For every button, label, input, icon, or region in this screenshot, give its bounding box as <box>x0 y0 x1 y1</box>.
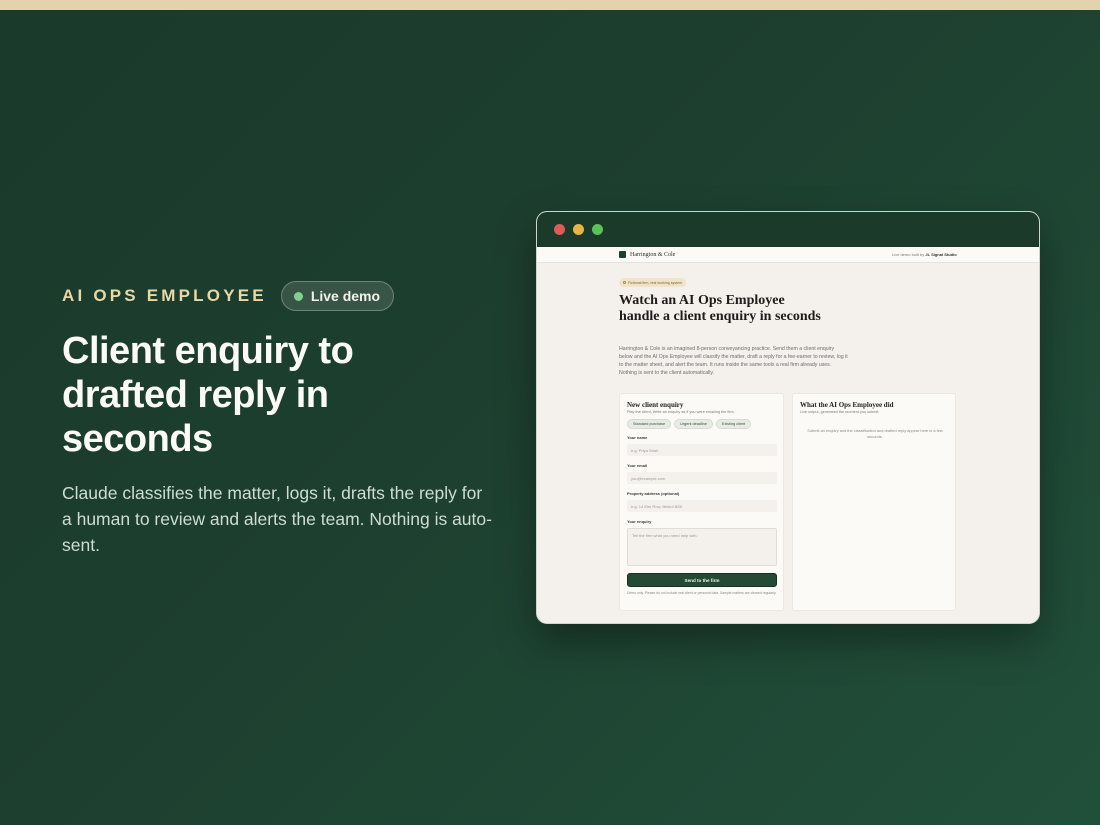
example-chips: Standard purchase Urgent deadline Existi… <box>627 419 752 429</box>
live-demo-label: Live demo <box>310 288 381 304</box>
result-subtitle: Live output, generated the moment you su… <box>800 410 880 414</box>
hero-title: Client enquiry to drafted reply in secon… <box>62 330 354 460</box>
demo-disclaimer: Demo only. Please do not include real cl… <box>627 591 777 595</box>
browser-window: Harrington & Cole Live demo built by JL … <box>536 211 1040 624</box>
enquiry-textarea[interactable]: Tell the firm what you need help with. <box>627 528 777 566</box>
chip-standard-purchase[interactable]: Standard purchase <box>627 419 672 429</box>
form-title: New client enquiry <box>627 401 684 409</box>
eyebrow-label: AI OPS EMPLOYEE <box>62 286 267 305</box>
brand-name: Harrington & Cole <box>630 251 676 258</box>
built-by-credit: Live demo built by JL Signal Studio <box>892 252 957 257</box>
form-subtitle: Play the client. Write an enquiry as if … <box>627 410 735 414</box>
chip-existing-client[interactable]: Existing client <box>715 419 752 429</box>
built-by-studio[interactable]: JL Signal Studio <box>925 252 956 257</box>
eyebrow-row: AI OPS EMPLOYEE Live demo <box>62 281 492 311</box>
email-input[interactable]: you@example.com <box>627 472 777 484</box>
brand-logo-icon <box>619 251 626 258</box>
hero-subtitle: Claude classifies the matter, logs it, d… <box>62 483 492 555</box>
live-demo-badge: Live demo <box>280 281 395 311</box>
result-title: What the AI Ops Employee did <box>800 401 894 409</box>
demo-site: Harrington & Cole Live demo built by JL … <box>537 247 1039 623</box>
email-label: Your email <box>627 463 648 468</box>
built-by-prefix: Live demo built by <box>892 252 925 257</box>
enquiry-form-card: New client enquiry Play the client. Writ… <box>619 393 784 611</box>
result-card: What the AI Ops Employee did Live output… <box>792 393 956 611</box>
address-label: Property address (optional) <box>627 491 680 496</box>
send-to-firm-button[interactable]: Send to the firm <box>627 573 777 587</box>
close-window-icon[interactable] <box>554 224 565 235</box>
chip-urgent-deadline[interactable]: Urgent deadline <box>674 419 713 429</box>
top-strip <box>0 0 1100 10</box>
notice-text: Fictional firm, real working system <box>628 280 683 285</box>
site-intro: Harrington & Cole is an imagined 8-perso… <box>619 346 848 376</box>
name-label: Your name <box>627 435 648 440</box>
site-header: Harrington & Cole Live demo built by JL … <box>537 247 1039 263</box>
maximize-window-icon[interactable] <box>592 224 603 235</box>
enquiry-label: Your enquiry <box>627 519 652 524</box>
minimize-window-icon[interactable] <box>573 224 584 235</box>
live-status-dot-icon <box>293 291 303 301</box>
hero-section: AI OPS EMPLOYEE Live demo Client enquiry… <box>62 281 492 558</box>
result-empty-state: Submit an enquiry and the classification… <box>807 428 943 439</box>
address-input[interactable]: e.g. 14 Elm Row, Bristol BS6 <box>627 500 777 512</box>
info-icon <box>623 281 626 284</box>
name-input[interactable]: e.g. Priya Shah <box>627 444 777 456</box>
site-title: Watch an AI Ops Employee handle a client… <box>619 293 821 324</box>
brand[interactable]: Harrington & Cole <box>619 251 675 258</box>
browser-titlebar <box>537 212 1039 247</box>
fictional-firm-notice: Fictional firm, real working system <box>619 278 687 287</box>
